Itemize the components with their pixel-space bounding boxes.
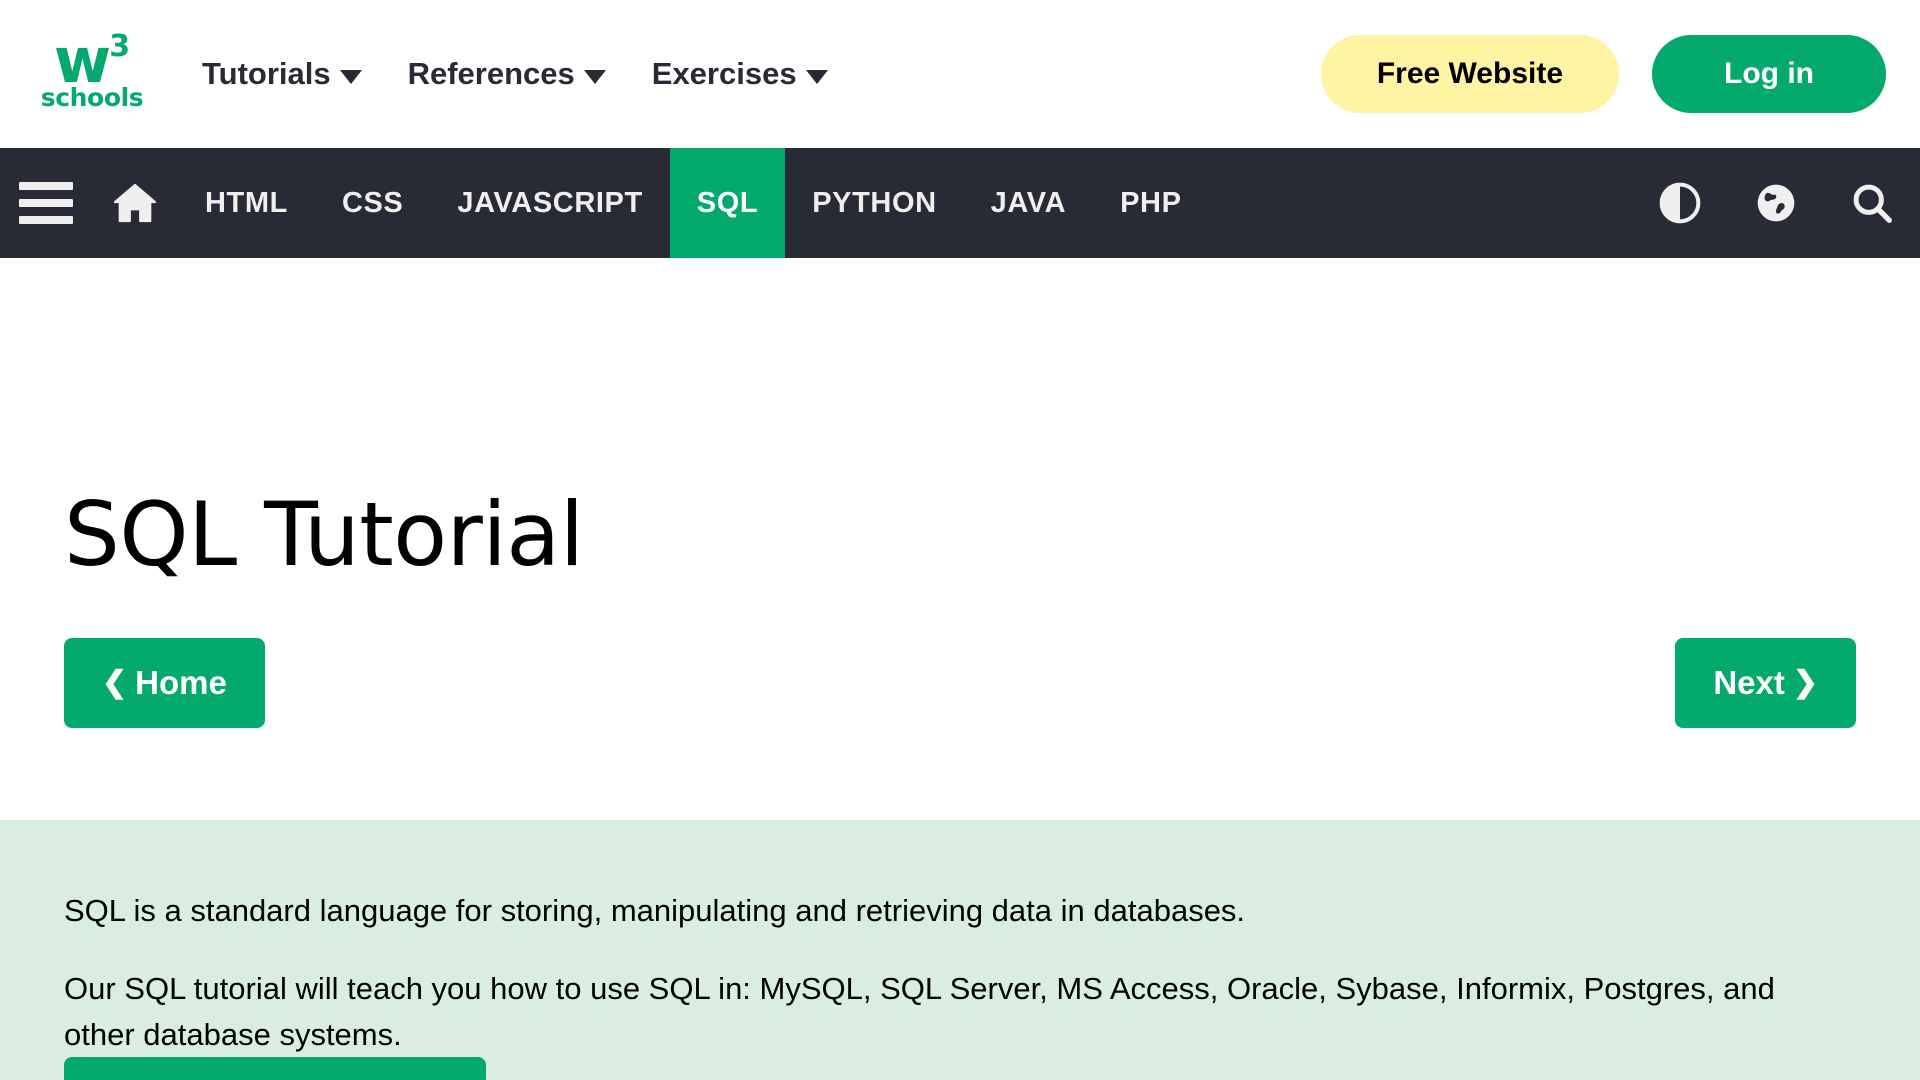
header-actions: Free Website Log in [1320, 35, 1886, 113]
intro-paragraph-2: Our SQL tutorial will teach you how to u… [64, 970, 1775, 1052]
top-header-bar: w 3 schools Tutorials References Exercis… [0, 0, 1920, 148]
nav-item-css[interactable]: CSS [315, 148, 430, 258]
search-icon [1853, 184, 1892, 223]
home-icon [113, 183, 157, 223]
dark-mode-icon [1659, 182, 1701, 224]
chevron-right-icon: ❯ [1792, 666, 1818, 699]
main-navigation-bar: HTML CSS JAVASCRIPT SQL PYTHON JAVA PHP [0, 148, 1920, 258]
menu-exercises[interactable]: Exercises [652, 56, 828, 92]
w3schools-logo[interactable]: w 3 schools [40, 24, 144, 112]
nav-item-php[interactable]: PHP [1093, 148, 1208, 258]
intro-section: SQL is a standard language for storing, … [0, 820, 1920, 1080]
previous-home-button[interactable]: ❮ Home [64, 638, 265, 728]
logo-superscript-three: 3 [109, 29, 131, 65]
hamburger-icon [19, 182, 73, 224]
tutorial-pager: ❮ Home Next ❯ [64, 638, 1856, 728]
nav-item-javascript[interactable]: JAVASCRIPT [430, 148, 669, 258]
free-website-button[interactable]: Free Website [1320, 35, 1620, 113]
hamburger-menu-button[interactable] [0, 148, 92, 258]
start-learning-button[interactable]: Start learning SQL now [64, 1057, 487, 1080]
chevron-left-icon: ❮ [102, 666, 128, 699]
nav-item-html[interactable]: HTML [178, 148, 315, 258]
menu-references-label: References [407, 56, 575, 91]
menu-exercises-label: Exercises [651, 56, 797, 91]
nav-utility-icons [1656, 148, 1920, 258]
logo-letter-w: w [53, 24, 111, 98]
menu-tutorials[interactable]: Tutorials [202, 56, 362, 92]
login-button[interactable]: Log in [1652, 35, 1886, 113]
main-content-area: SQL Tutorial ❮ Home Next ❯ [0, 258, 1920, 820]
page-title: SQL Tutorial [64, 483, 584, 586]
intro-paragraph-1: SQL is a standard language for storing, … [64, 893, 1246, 928]
language-select-button[interactable] [1752, 181, 1800, 225]
nav-item-sql[interactable]: SQL [669, 148, 786, 258]
chevron-down-icon [339, 69, 362, 84]
primary-dropdown-menu: Tutorials References Exercises [202, 56, 828, 92]
menu-references[interactable]: References [408, 56, 606, 92]
next-button[interactable]: Next ❯ [1675, 638, 1856, 728]
search-button[interactable] [1848, 180, 1896, 226]
menu-tutorials-label: Tutorials [202, 56, 331, 91]
home-nav-button[interactable] [92, 148, 178, 258]
next-label: Next [1713, 664, 1785, 701]
translate-globe-icon [1757, 184, 1795, 222]
previous-home-label: Home [135, 664, 227, 701]
nav-item-java[interactable]: JAVA [964, 148, 1093, 258]
dark-mode-toggle-button[interactable] [1656, 181, 1704, 225]
logo-mark: w 3 [53, 24, 130, 98]
chevron-down-icon [583, 69, 606, 84]
chevron-down-icon [805, 69, 828, 84]
nav-item-python[interactable]: PYTHON [785, 148, 963, 258]
